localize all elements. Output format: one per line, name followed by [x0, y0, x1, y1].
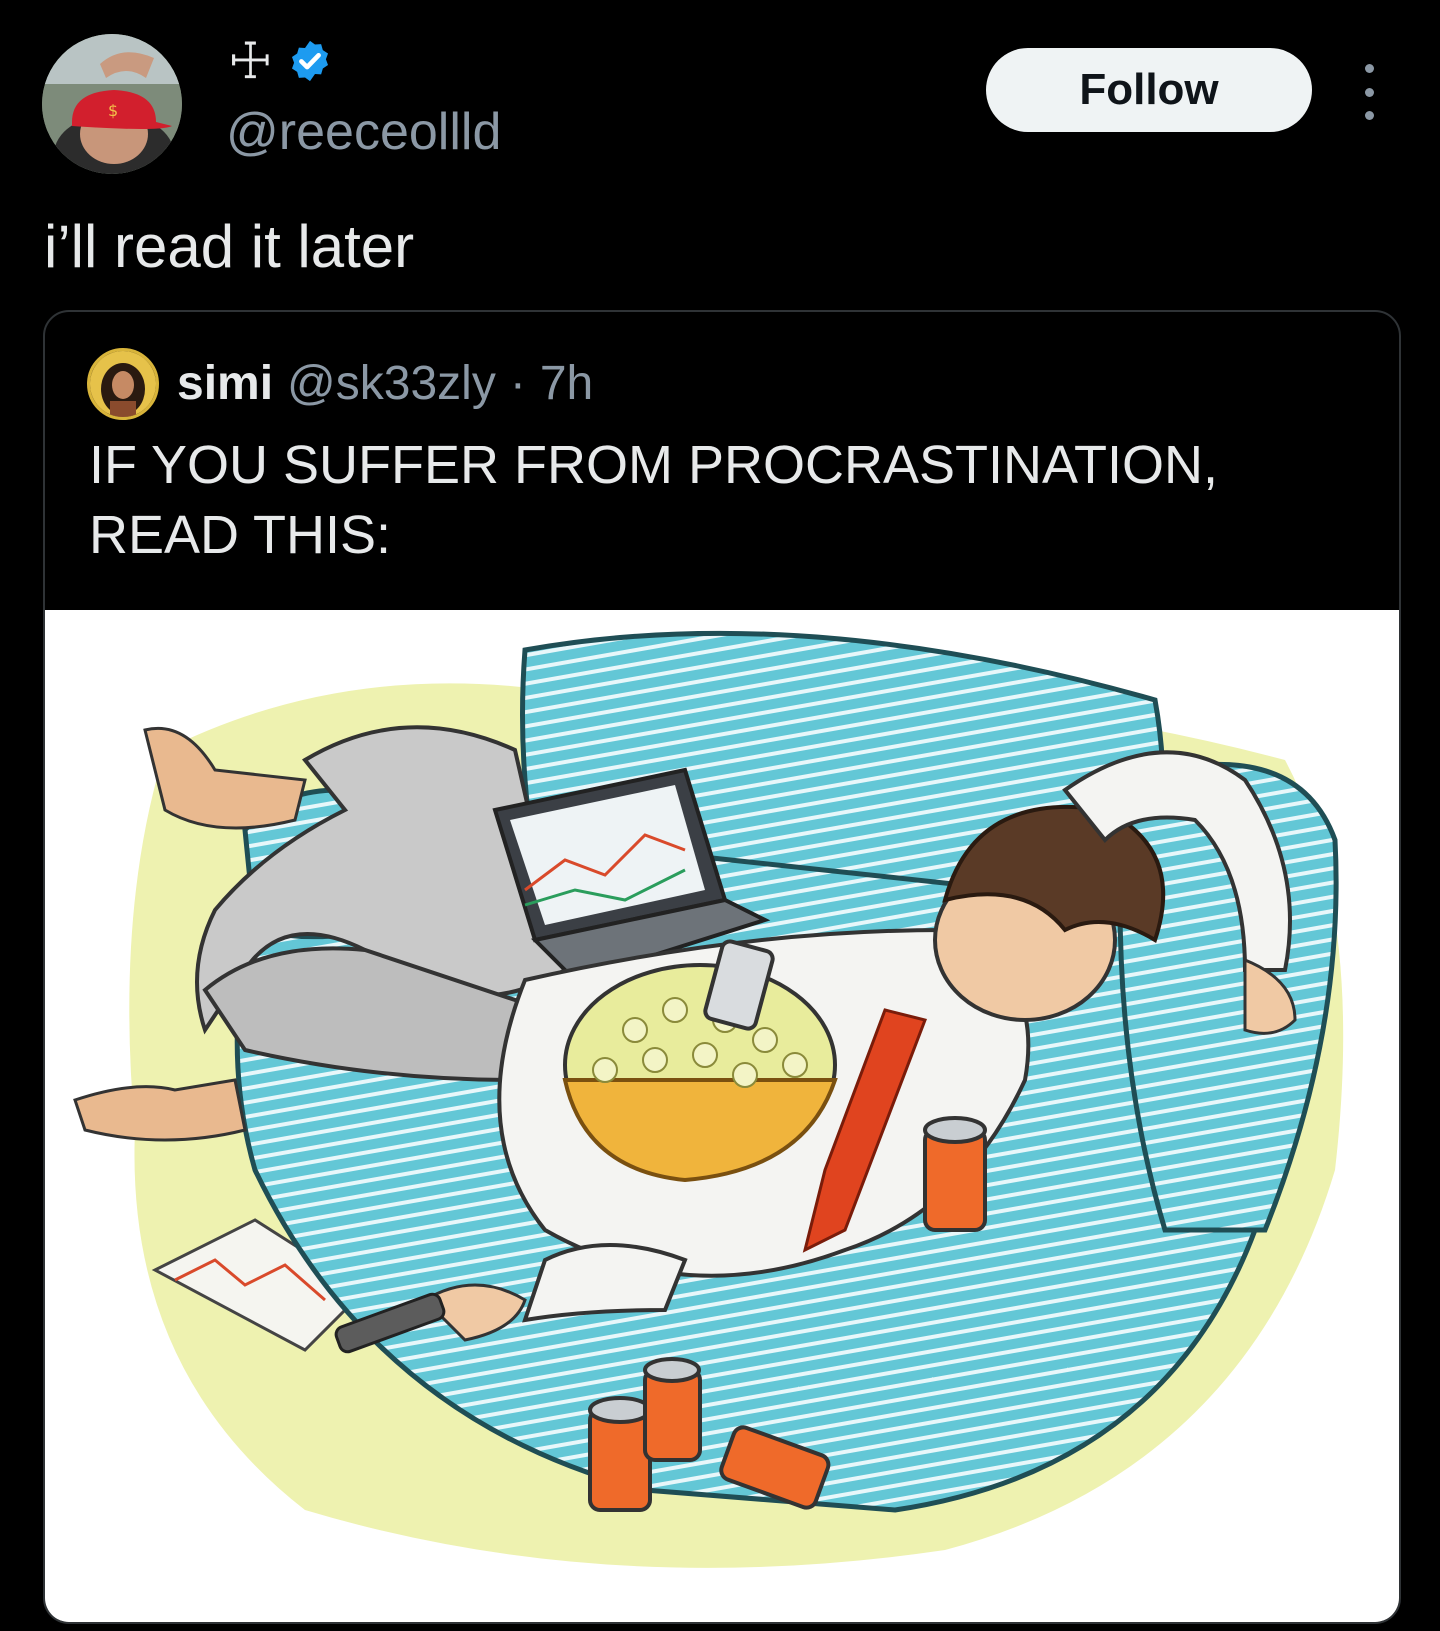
quoted-tweet-card[interactable]: simi @sk33zly · 7h IF YOU SUFFER FROM PR… [43, 310, 1401, 1624]
quote-profile-photo-icon [90, 351, 156, 417]
quote-media-image[interactable] [45, 610, 1399, 1622]
quote-handle: @sk33zly [287, 357, 496, 410]
author-handle[interactable]: @reeceollld [226, 103, 501, 161]
follow-button[interactable]: Follow [986, 48, 1312, 132]
more-dot-icon [1364, 111, 1374, 120]
more-dot-icon [1364, 64, 1374, 73]
more-options-button[interactable] [1352, 64, 1386, 120]
quote-text: IF YOU SUFFER FROM PROCRASTINATION, READ… [89, 435, 1219, 566]
svg-text:$: $ [108, 101, 118, 120]
author-name-row[interactable]: ☩ [228, 36, 333, 86]
author-display-name: ☩ [228, 33, 273, 89]
quote-separator: · [509, 357, 526, 410]
procrastination-illustration-icon [73, 630, 1344, 1568]
quote-header: simi @sk33zly · 7h [87, 348, 593, 420]
quote-timestamp[interactable]: 7h [540, 360, 593, 408]
profile-photo-icon: $ [42, 34, 182, 174]
tweet-text: i’ll read it later [44, 213, 415, 280]
verified-badge-icon [291, 40, 328, 82]
quote-display-name: simi [177, 357, 274, 410]
author-avatar[interactable]: $ [42, 34, 182, 174]
quote-author-avatar[interactable] [87, 348, 159, 420]
more-dot-icon [1364, 87, 1374, 97]
